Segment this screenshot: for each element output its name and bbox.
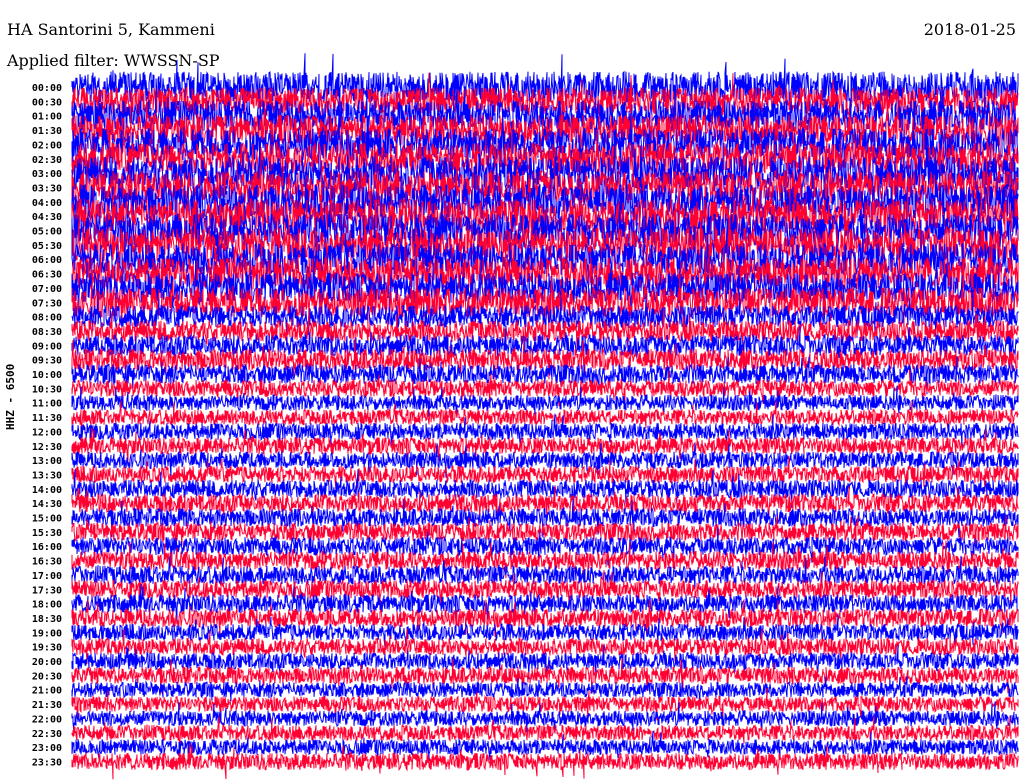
time-tick-label: 16:00 — [32, 542, 62, 553]
time-tick-label: 03:30 — [32, 183, 62, 194]
time-tick-label: 01:00 — [32, 112, 62, 123]
time-tick-label: 04:00 — [32, 198, 62, 209]
time-tick-label: 00:00 — [32, 83, 62, 94]
time-tick-label: 06:30 — [32, 270, 62, 281]
time-tick-label: 17:30 — [32, 585, 62, 596]
time-tick-label: 13:00 — [32, 456, 62, 467]
time-tick-label: 05:30 — [32, 241, 62, 252]
time-tick-label: 02:00 — [32, 140, 62, 151]
time-tick-label: 08:00 — [32, 313, 62, 324]
time-tick-label: 17:00 — [32, 571, 62, 582]
time-tick-label: 18:30 — [32, 614, 62, 625]
time-tick-label: 12:00 — [32, 427, 62, 438]
time-tick-label: 01:30 — [32, 126, 62, 137]
time-tick-label: 10:00 — [32, 370, 62, 381]
time-tick-label: 16:30 — [32, 557, 62, 568]
time-tick-label: 04:30 — [32, 212, 62, 223]
time-tick-label: 11:00 — [32, 399, 62, 410]
time-tick-label: 13:30 — [32, 470, 62, 481]
time-tick-label: 00:30 — [32, 97, 62, 108]
time-tick-label: 14:30 — [32, 499, 62, 510]
time-tick-label: 14:00 — [32, 485, 62, 496]
time-tick-label: 19:00 — [32, 628, 62, 639]
time-tick-label: 22:00 — [32, 714, 62, 725]
time-tick-label: 09:00 — [32, 341, 62, 352]
time-tick-label: 18:00 — [32, 600, 62, 611]
time-tick-label: 12:30 — [32, 442, 62, 453]
time-tick-label: 21:00 — [32, 686, 62, 697]
time-tick-label: 05:00 — [32, 227, 62, 238]
time-tick-label: 22:30 — [32, 729, 62, 740]
time-tick-label: 20:30 — [32, 671, 62, 682]
time-tick-label: 15:00 — [32, 514, 62, 525]
time-tick-label: 10:30 — [32, 384, 62, 395]
time-tick-label: 07:30 — [32, 298, 62, 309]
time-tick-label: 03:00 — [32, 169, 62, 180]
time-tick-label: 07:00 — [32, 284, 62, 295]
time-tick-label: 09:30 — [32, 356, 62, 367]
time-tick-label: 06:00 — [32, 255, 62, 266]
time-tick-label: 19:30 — [32, 643, 62, 654]
time-tick-label: 21:30 — [32, 700, 62, 711]
time-tick-label: 11:30 — [32, 413, 62, 424]
time-tick-label: 20:00 — [32, 657, 62, 668]
time-tick-label: 08:30 — [32, 327, 62, 338]
time-tick-label: 23:00 — [32, 743, 62, 754]
time-tick-label: 23:30 — [32, 757, 62, 768]
time-tick-label: 15:30 — [32, 528, 62, 539]
helicorder-plot: 00:00 00:30 01:00 01:30 02:00 02:30 03:00 03:30… — [32, 53, 1019, 780]
time-tick-label: 02:30 — [32, 155, 62, 166]
